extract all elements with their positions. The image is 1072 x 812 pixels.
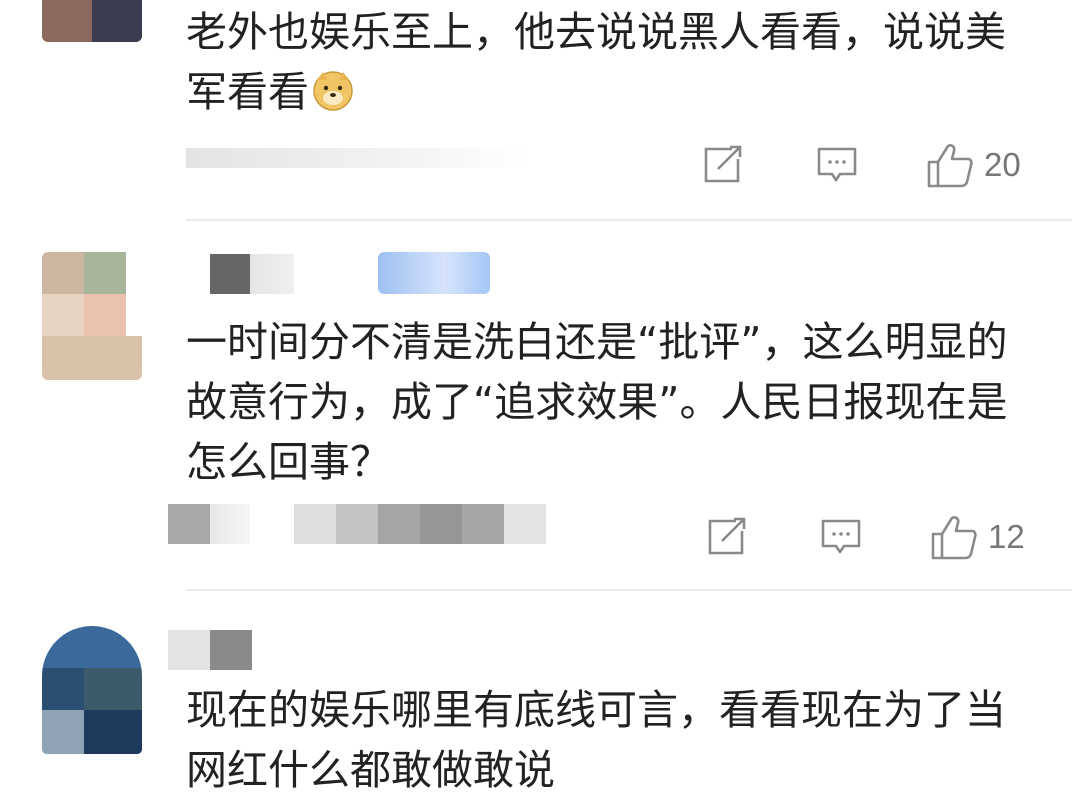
share-button[interactable] <box>702 145 744 185</box>
comment-meta <box>186 148 526 168</box>
user-badge <box>378 252 490 294</box>
like-count: 12 <box>988 518 1025 555</box>
comment-text: 一时间分不清是洗白还是“批评”，这么明显的故意行为，成了“追求效果”。人民日报现… <box>186 318 1008 486</box>
like-button[interactable]: 20 <box>926 142 1021 188</box>
reply-button[interactable] <box>816 146 858 186</box>
avatar[interactable] <box>42 252 142 380</box>
doge-emoji-icon <box>311 68 355 112</box>
share-button[interactable] <box>706 517 748 557</box>
share-icon <box>704 145 742 183</box>
comment-text: 现在的娱乐哪里有底线可言，看看现在为了当网红什么都敢做敢说 <box>186 686 1006 794</box>
thumbs-up-icon <box>931 516 977 560</box>
reply-icon <box>817 147 857 182</box>
comment-meta <box>294 504 546 544</box>
thumbs-up-icon <box>927 144 973 188</box>
reply-icon <box>821 519 861 554</box>
like-count: 20 <box>984 146 1021 183</box>
avatar[interactable] <box>42 0 142 42</box>
share-icon <box>708 517 746 555</box>
like-button[interactable]: 12 <box>930 514 1025 560</box>
comment-item: 现在的娱乐哪里有底线可言，看看现在为了当网红什么都敢做敢说 <box>0 590 1072 812</box>
comment-text: 老外也娱乐至上，他去说说黑人看看，说说美军看看 <box>186 8 1006 116</box>
username[interactable] <box>168 630 252 670</box>
comment-item: 老外也娱乐至上，他去说说黑人看看，说说美军看看 20 <box>0 0 1072 220</box>
comment-item: 一时间分不清是洗白还是“批评”，这么明显的故意行为，成了“追求效果”。人民日报现… <box>0 220 1072 590</box>
reply-button[interactable] <box>820 518 862 558</box>
comment-meta <box>168 504 250 544</box>
avatar[interactable] <box>42 626 142 754</box>
username[interactable] <box>210 254 294 294</box>
